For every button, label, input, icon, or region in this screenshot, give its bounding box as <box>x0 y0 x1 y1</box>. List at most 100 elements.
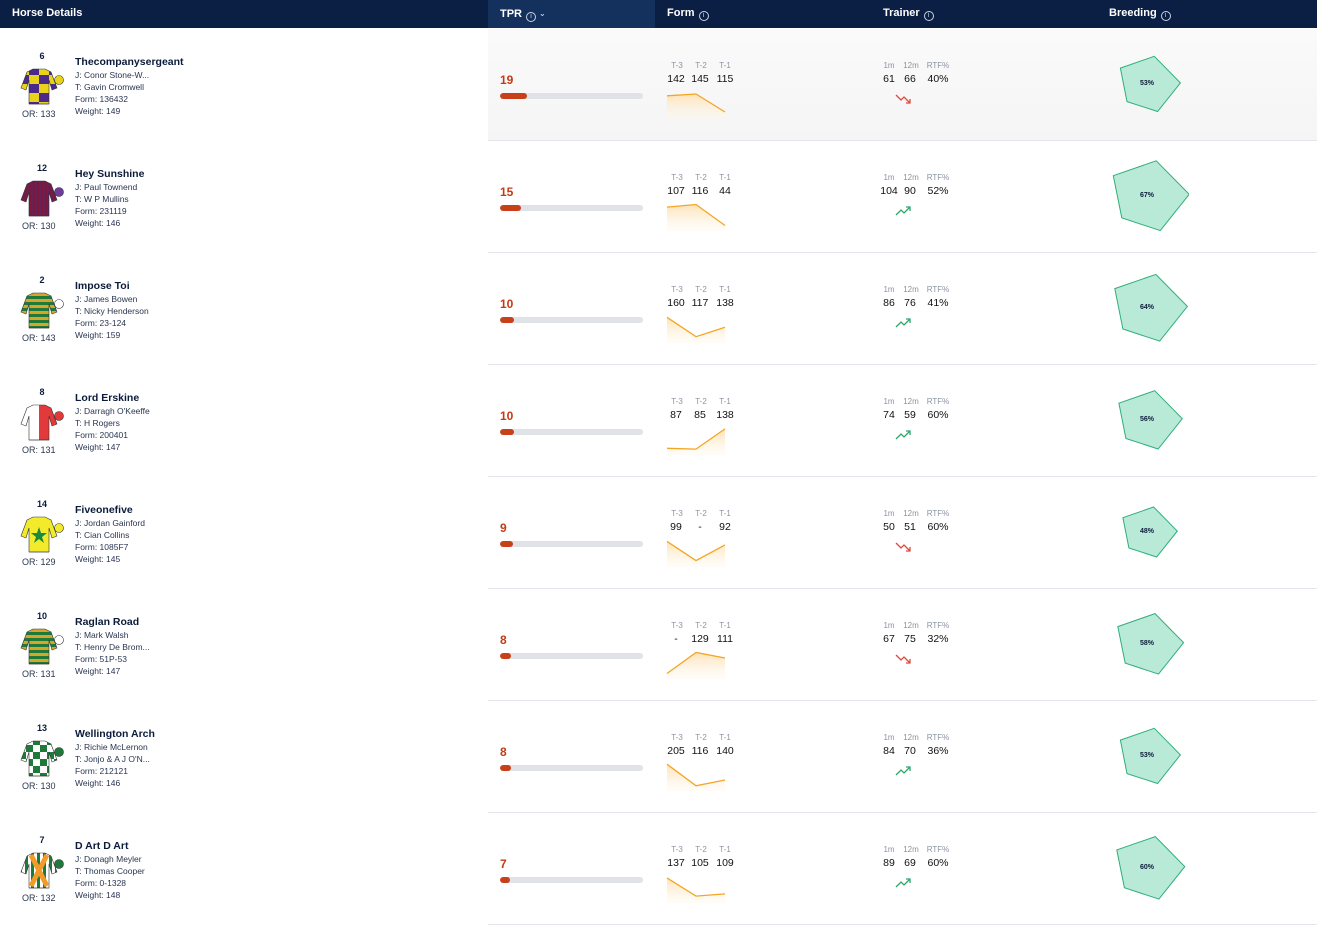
breeding-percent: 60% <box>1139 864 1154 871</box>
horse-name-link[interactable]: Hey Sunshine <box>75 168 144 180</box>
trainer-stat-rtf: 41% <box>927 297 949 309</box>
saddle-cloth-number: 10 <box>36 611 47 621</box>
breeding-percent: 58% <box>1139 640 1154 647</box>
runner-row[interactable]: 10 OR: 131 Raglan Road J: Mark Walsh T: … <box>0 589 1317 701</box>
horse-name-link[interactable]: D Art D Art <box>75 840 128 852</box>
form-label-t3: T-3 <box>671 621 683 630</box>
weight: Weight: 146 <box>75 218 121 228</box>
form-label-t2: T-2 <box>695 61 707 70</box>
info-icon[interactable]: i <box>923 11 934 21</box>
info-icon[interactable]: i <box>1160 11 1171 21</box>
col-tpr-sort[interactable]: TPR i ⌄ <box>500 0 546 28</box>
form-label-t2: T-2 <box>695 621 707 630</box>
trainer-label-1m: 1m <box>883 61 895 70</box>
jockey-name: J: Donagh Meyler <box>75 854 142 864</box>
form-label-t2: T-2 <box>695 285 707 294</box>
col-tpr-label: TPR <box>500 8 522 20</box>
trainer-name: T: W P Mullins <box>75 194 129 204</box>
jockey-name: J: Darragh O'Keeffe <box>75 406 150 416</box>
row-background <box>488 477 1317 589</box>
form-label-t1: T-1 <box>719 733 731 742</box>
trainer-name: T: Jonjo & A J O'N... <box>75 754 150 764</box>
trainer-label-rtf: RTF% <box>926 845 950 854</box>
form-value-t2: - <box>698 521 702 533</box>
col-horse-details: Horse Details <box>12 0 82 28</box>
official-rating: OR: 130 <box>22 781 56 791</box>
trainer-label-12m: 12m <box>903 509 919 518</box>
official-rating: OR: 131 <box>22 445 56 455</box>
form-value-t1: 44 <box>719 185 731 197</box>
weight: Weight: 149 <box>75 106 121 116</box>
jockey-name: J: Jordan Gainford <box>75 518 145 528</box>
trainer-stat-12m: 59 <box>904 409 916 421</box>
trend-up-icon <box>895 205 913 223</box>
horse-name-link[interactable]: Impose Toi <box>75 280 130 292</box>
green-gold-hoops-icon <box>19 290 65 337</box>
runner-row[interactable]: 7 OR: 132 D Art D Art J: Donagh Meyler T… <box>0 813 1317 925</box>
official-rating: OR: 131 <box>22 669 56 679</box>
form-value-t1: 138 <box>716 409 734 421</box>
trainer-label-1m: 1m <box>883 509 895 518</box>
tpr-bar <box>500 205 643 211</box>
runner-row[interactable]: 6 OR: 133 Thecompanysergeant J: Conor St… <box>0 29 1317 141</box>
form-label-t2: T-2 <box>695 397 707 406</box>
weight: Weight: 148 <box>75 890 121 900</box>
tpr-value: 19 <box>500 73 514 87</box>
runner-row[interactable]: 2 OR: 143 Impose Toi J: James Bowen T: N… <box>0 253 1317 365</box>
tpr-bar <box>500 93 643 99</box>
trainer-label-1m: 1m <box>883 173 895 182</box>
runner-row[interactable]: 8 OR: 131 Lord Erskine J: Darragh O'Keef… <box>0 365 1317 477</box>
form-label-t2: T-2 <box>695 733 707 742</box>
info-icon[interactable]: i <box>698 11 709 21</box>
horse-name-link[interactable]: Wellington Arch <box>75 728 155 740</box>
saddle-cloth-number: 2 <box>39 275 45 285</box>
horse-name-link[interactable]: Thecompanysergeant <box>75 56 184 68</box>
form-label-t3: T-3 <box>671 173 683 182</box>
runner-row[interactable]: 13 OR: 130 Wellington Arch J: Richie McL… <box>0 701 1317 813</box>
horse-name-link[interactable]: Lord Erskine <box>75 392 139 404</box>
trainer-stat-12m: 66 <box>904 73 916 85</box>
form-label-t1: T-1 <box>719 285 731 294</box>
form-area <box>667 541 725 567</box>
trainer-stat-12m: 51 <box>904 521 916 533</box>
info-icon[interactable]: i <box>526 12 536 22</box>
runner-row[interactable]: 14 OR: 129 Fiveonefive J: Jordan Gainfor… <box>0 477 1317 589</box>
tpr-bar-fill <box>500 765 512 771</box>
form-value-t2: 129 <box>691 633 709 645</box>
weight: Weight: 146 <box>75 778 121 788</box>
trainer-stat-12m: 76 <box>904 297 916 309</box>
horse-name-link[interactable]: Raglan Road <box>75 616 139 628</box>
horse-name-link[interactable]: Fiveonefive <box>75 504 133 516</box>
chevron-down-icon[interactable]: ⌄ <box>539 0 546 27</box>
trend-up-icon <box>895 429 913 447</box>
form-label-t2: T-2 <box>695 509 707 518</box>
trainer-stat-rtf: 60% <box>927 409 949 421</box>
form-figures: Form: 231119 <box>75 206 127 216</box>
form-label-t3: T-3 <box>671 733 683 742</box>
tpr-bar-fill <box>500 93 528 99</box>
trainer-label-rtf: RTF% <box>926 61 950 70</box>
trainer-stat-1m: 86 <box>883 297 895 309</box>
trainer-stat-rtf: 52% <box>927 185 949 197</box>
tpr-bar-fill <box>500 541 513 547</box>
form-area <box>667 877 725 903</box>
form-label-t1: T-1 <box>719 397 731 406</box>
row-background <box>488 365 1317 477</box>
trainer-stat-12m: 69 <box>904 857 916 869</box>
runner-row[interactable]: 12 OR: 130 Hey Sunshine J: Paul Townend … <box>0 141 1317 253</box>
form-label-t1: T-1 <box>719 621 731 630</box>
form-label-t1: T-1 <box>719 61 731 70</box>
form-value-t1: 115 <box>716 73 734 85</box>
breeding-percent: 67% <box>1139 192 1154 199</box>
trend-up-icon <box>895 877 913 895</box>
form-sparkline <box>666 87 726 124</box>
table-header: Horse Details TPR i ⌄ Form i Trainer i Breed… <box>0 0 1317 28</box>
form-value-t2: 116 <box>691 185 709 197</box>
trend-down-icon <box>895 541 913 559</box>
yellow-green-star-icon <box>19 514 65 561</box>
trainer-stat-rtf: 36% <box>927 745 949 757</box>
form-value-t2: 145 <box>691 73 709 85</box>
col-form: Form i <box>667 0 709 28</box>
form-sparkline <box>666 647 726 684</box>
jockey-name: J: Paul Townend <box>75 182 138 192</box>
